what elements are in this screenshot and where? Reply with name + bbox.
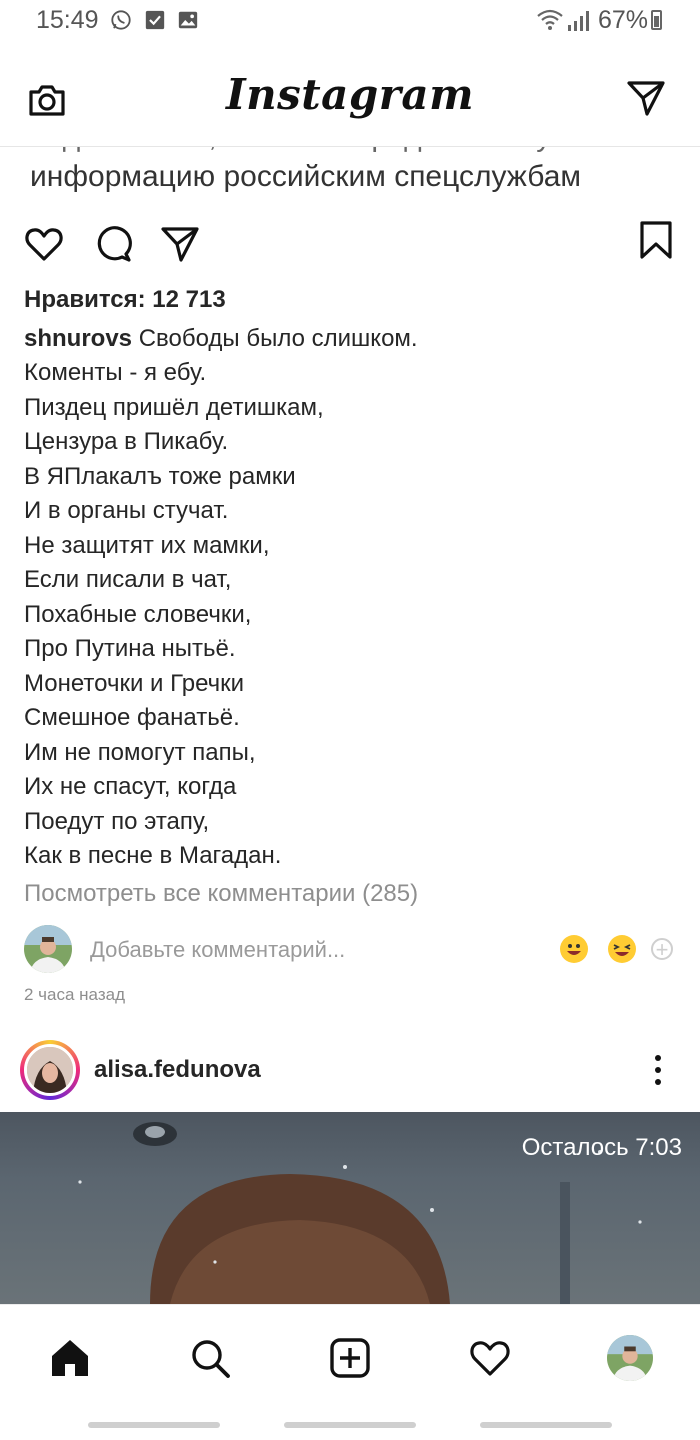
caption-line: Поедут по этапу,	[24, 807, 210, 835]
gesture-bar-left	[88, 1422, 220, 1428]
caption-line: Пиздец пришёл детишкам,	[24, 393, 324, 421]
time-remaining-label: Осталось 7:03	[521, 1134, 682, 1161]
status-time: 15:49	[36, 6, 99, 34]
caption-line: Если писали в чат,	[24, 566, 232, 593]
signal-icon	[568, 11, 589, 31]
post-username[interactable]: alisa.fedunova	[94, 1056, 261, 1084]
caption-line: Как в песне в Магадан.	[24, 842, 282, 869]
gesture-bar-right	[480, 1422, 612, 1428]
caption-line: Не защитят их мамки,	[24, 531, 270, 559]
caption-line: Их не спасут, когда	[24, 773, 237, 800]
view-all-comments-link[interactable]: Посмотреть все комментарии (285)	[24, 880, 418, 908]
caption-line: Смешное фанатьё.	[24, 704, 240, 731]
caption-line: Про Путина нытьё.	[24, 635, 236, 662]
caption-username[interactable]: shnurovs	[24, 325, 132, 352]
search-icon[interactable]	[188, 1336, 232, 1380]
caption-line: Похабные словечки,	[24, 600, 252, 628]
comment-icon[interactable]	[93, 224, 133, 264]
caption-text: Свободы было слишком.	[138, 325, 418, 352]
top-app-bar: Instagram	[0, 48, 700, 147]
share-icon[interactable]	[160, 224, 200, 264]
post-timestamp: 2 часа назад	[24, 985, 125, 1004]
post-image-text: информацию российским спецслужбам	[30, 160, 582, 193]
caption-line: Монеточки и Гречки	[24, 669, 245, 697]
caption-line: И в органы стучат.	[24, 497, 229, 524]
gallery-icon	[178, 11, 198, 29]
user-avatar[interactable]	[24, 1044, 76, 1096]
caption-line: В ЯПлакалъ тоже рамки	[24, 462, 296, 490]
grinning-emoji-icon[interactable]	[560, 935, 588, 963]
whatsapp-icon	[111, 10, 131, 30]
caption-line: Коменты - я ебу.	[24, 359, 207, 386]
add-emoji-icon[interactable]: +	[651, 938, 673, 961]
heart-icon[interactable]	[24, 224, 64, 264]
checkbox-icon	[145, 10, 165, 30]
add-post-icon[interactable]	[328, 1336, 372, 1380]
instagram-logo: Instagram	[225, 70, 475, 119]
battery-icon	[651, 10, 662, 30]
more-options-icon[interactable]	[650, 1054, 666, 1086]
home-icon[interactable]	[48, 1336, 92, 1380]
my-avatar	[24, 925, 72, 973]
battery-percentage: 67%	[597, 6, 648, 34]
caption-line: Им не помогут папы,	[24, 738, 256, 766]
caption-line: Цензура в Пикабу.	[24, 428, 229, 455]
laughing-emoji-icon[interactable]	[608, 935, 636, 963]
profile-avatar[interactable]	[607, 1335, 653, 1381]
status-bar	[0, 0, 700, 44]
wifi-icon	[537, 9, 563, 30]
likes-count[interactable]: Нравится: 12 713	[24, 286, 226, 314]
add-comment-input[interactable]: Добавьте комментарий...	[90, 937, 345, 963]
gesture-bar-center	[284, 1422, 416, 1428]
caption-first-line: shnurovs Свободы было слишком.	[24, 322, 418, 357]
direct-message-icon[interactable]	[626, 78, 666, 118]
bookmark-icon[interactable]	[636, 220, 676, 260]
activity-heart-icon[interactable]	[468, 1336, 512, 1380]
